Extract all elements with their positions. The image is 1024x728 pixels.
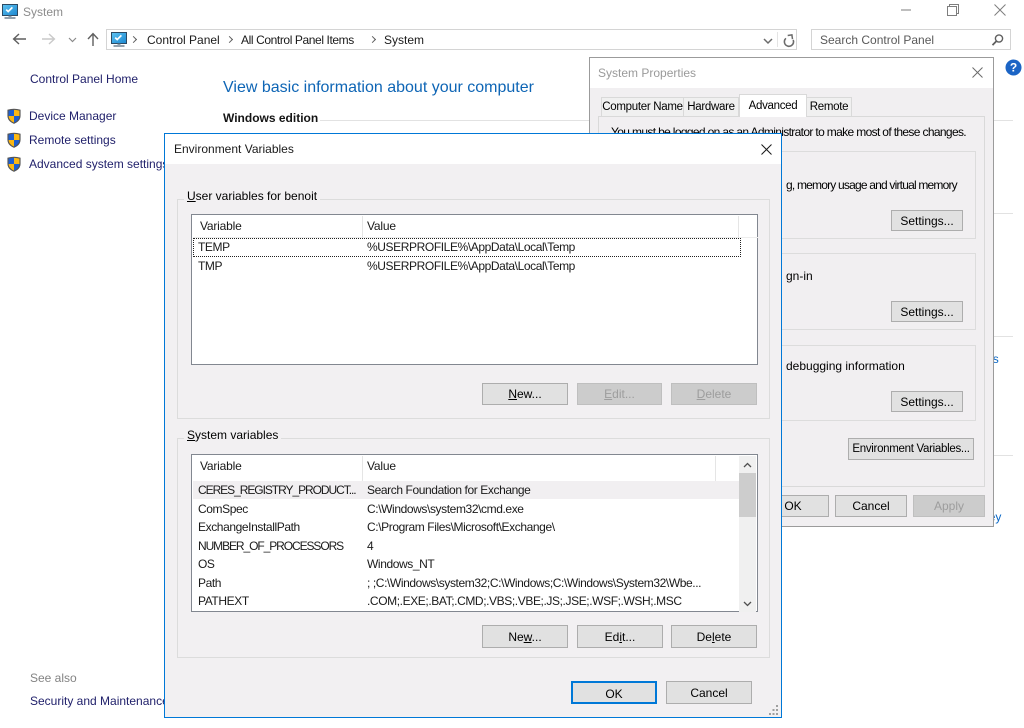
svg-text:?: ? [1010,61,1017,75]
